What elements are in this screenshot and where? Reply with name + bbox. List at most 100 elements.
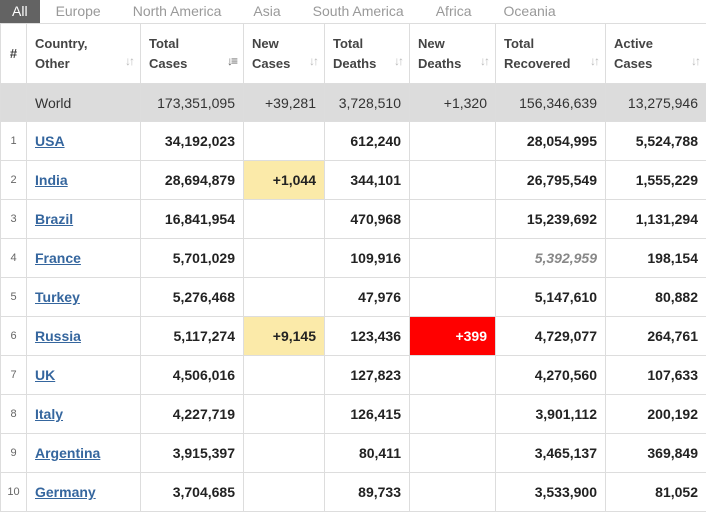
cell-country: USA: [26, 121, 141, 161]
cell-total-recovered: 26,795,549: [495, 160, 606, 200]
country-link[interactable]: India: [35, 172, 68, 188]
cell-new-cases: +39,281: [243, 83, 325, 122]
cell-rank: [0, 83, 27, 122]
column-header-label-line1: Total: [149, 35, 180, 51]
cell-total-deaths: 89,733: [324, 472, 410, 512]
column-header-label-line1: Country,: [35, 35, 88, 51]
table-row: 9 Argentina 3,915,397 80,411 3,465,137 369,84…: [0, 433, 706, 473]
sort-arrows-icon[interactable]: ↓↑: [590, 51, 600, 71]
cell-new-deaths: [409, 433, 496, 473]
cell-country: World: [26, 83, 141, 122]
cell-new-deaths: [409, 355, 496, 395]
table-row: 8 Italy 4,227,719 126,415 3,901,112 200,192: [0, 394, 706, 434]
cell-rank: 9: [0, 433, 27, 473]
cell-total-recovered: 3,901,112: [495, 394, 606, 434]
cell-rank: 2: [0, 160, 27, 200]
cell-country: Argentina: [26, 433, 141, 473]
column-header-total-deaths[interactable]: Total Deaths ↓↑: [324, 23, 410, 84]
sort-descending-icon[interactable]: ↓≡: [227, 51, 238, 71]
column-header-new-cases[interactable]: New Cases ↓↑: [243, 23, 325, 84]
country-link[interactable]: Brazil: [35, 211, 73, 227]
cell-total-recovered: 28,054,995: [495, 121, 606, 161]
tab-asia[interactable]: Asia: [237, 0, 296, 23]
cell-active-cases: 81,052: [605, 472, 706, 512]
cell-rank: 1: [0, 121, 27, 161]
country-link[interactable]: Turkey: [35, 289, 80, 305]
column-header-label-line2: Cases: [614, 55, 653, 71]
column-header-label-line1: New: [252, 35, 279, 51]
cell-active-cases: 1,131,294: [605, 199, 706, 239]
tab-north-america[interactable]: North America: [117, 0, 238, 23]
column-header-label-line1: New: [418, 35, 445, 51]
cell-active-cases: 200,192: [605, 394, 706, 434]
cell-country: Italy: [26, 394, 141, 434]
sort-arrows-icon[interactable]: ↓↑: [309, 51, 319, 71]
cell-total-cases: 3,704,685: [140, 472, 244, 512]
cell-total-cases: 5,276,468: [140, 277, 244, 317]
cell-new-cases: [243, 277, 325, 317]
cell-new-cases: +9,145: [243, 316, 325, 356]
cell-new-deaths: [409, 394, 496, 434]
country-link[interactable]: Argentina: [35, 445, 100, 461]
cell-total-cases: 173,351,095: [140, 83, 244, 122]
table-row: 10 Germany 3,704,685 89,733 3,533,900 81,052: [0, 472, 706, 512]
cell-country: Brazil: [26, 199, 141, 239]
column-header-label-line2: Cases: [149, 55, 188, 71]
cell-total-recovered: 4,270,560: [495, 355, 606, 395]
sort-arrows-icon[interactable]: ↓↑: [125, 51, 135, 71]
country-link[interactable]: Germany: [35, 484, 96, 500]
cell-new-cases: [243, 121, 325, 161]
cell-total-deaths: 3,728,510: [324, 83, 410, 122]
sort-arrows-icon[interactable]: ↓↑: [480, 51, 490, 71]
cell-total-deaths: 470,968: [324, 199, 410, 239]
column-header-rank: #: [0, 23, 27, 84]
cell-total-recovered: 5,147,610: [495, 277, 606, 317]
cell-total-recovered: 4,729,077: [495, 316, 606, 356]
cell-new-cases: +1,044: [243, 160, 325, 200]
cell-new-cases: [243, 199, 325, 239]
cell-new-cases: [243, 433, 325, 473]
cell-active-cases: 5,524,788: [605, 121, 706, 161]
column-header-total-cases[interactable]: Total Cases ↓≡: [140, 23, 244, 84]
cell-total-deaths: 47,976: [324, 277, 410, 317]
country-link[interactable]: France: [35, 250, 81, 266]
cell-active-cases: 13,275,946: [605, 83, 706, 122]
cell-new-deaths: [409, 472, 496, 512]
tab-south-america[interactable]: South America: [297, 0, 420, 23]
cell-total-deaths: 80,411: [324, 433, 410, 473]
cell-total-cases: 5,117,274: [140, 316, 244, 356]
column-header-total-recovered[interactable]: Total Recovered ↓↑: [495, 23, 606, 84]
country-link[interactable]: USA: [35, 133, 65, 149]
cell-total-cases: 4,506,016: [140, 355, 244, 395]
sort-arrows-icon[interactable]: ↓↑: [691, 51, 701, 71]
cell-total-deaths: 123,436: [324, 316, 410, 356]
table-row: 7 UK 4,506,016 127,823 4,270,560 107,633: [0, 355, 706, 395]
country-link[interactable]: Italy: [35, 406, 63, 422]
cell-new-deaths: [409, 199, 496, 239]
cell-rank: 6: [0, 316, 27, 356]
country-link[interactable]: UK: [35, 367, 55, 383]
table-row: 1 USA 34,192,023 612,240 28,054,995 5,524,788: [0, 121, 706, 161]
country-link[interactable]: Russia: [35, 328, 81, 344]
cell-total-cases: 4,227,719: [140, 394, 244, 434]
sort-arrows-icon[interactable]: ↓↑: [394, 51, 404, 71]
cell-rank: 8: [0, 394, 27, 434]
column-header-new-deaths[interactable]: New Deaths ↓↑: [409, 23, 496, 84]
cell-active-cases: 264,761: [605, 316, 706, 356]
cell-new-deaths: [409, 277, 496, 317]
column-header-active-cases[interactable]: Active Cases ↓↑: [605, 23, 706, 84]
cell-total-recovered: 15,239,692: [495, 199, 606, 239]
column-header-country[interactable]: Country, Other ↓↑: [26, 23, 141, 84]
cell-active-cases: 80,882: [605, 277, 706, 317]
column-header-label-line2: Other: [35, 55, 70, 71]
tab-africa[interactable]: Africa: [420, 0, 488, 23]
tab-oceania[interactable]: Oceania: [488, 0, 572, 23]
tab-all[interactable]: All: [0, 0, 40, 23]
cell-total-cases: 3,915,397: [140, 433, 244, 473]
table-row: 6 Russia 5,117,274 +9,145 123,436 +399 4,729,0…: [0, 316, 706, 356]
column-header-label-line2: Deaths: [418, 55, 462, 71]
tab-europe[interactable]: Europe: [40, 0, 117, 23]
table-row: 4 France 5,701,029 109,916 5,392,959 198,154: [0, 238, 706, 278]
cell-total-recovered: 5,392,959: [495, 238, 606, 278]
column-header-label-line1: Total: [504, 35, 535, 51]
